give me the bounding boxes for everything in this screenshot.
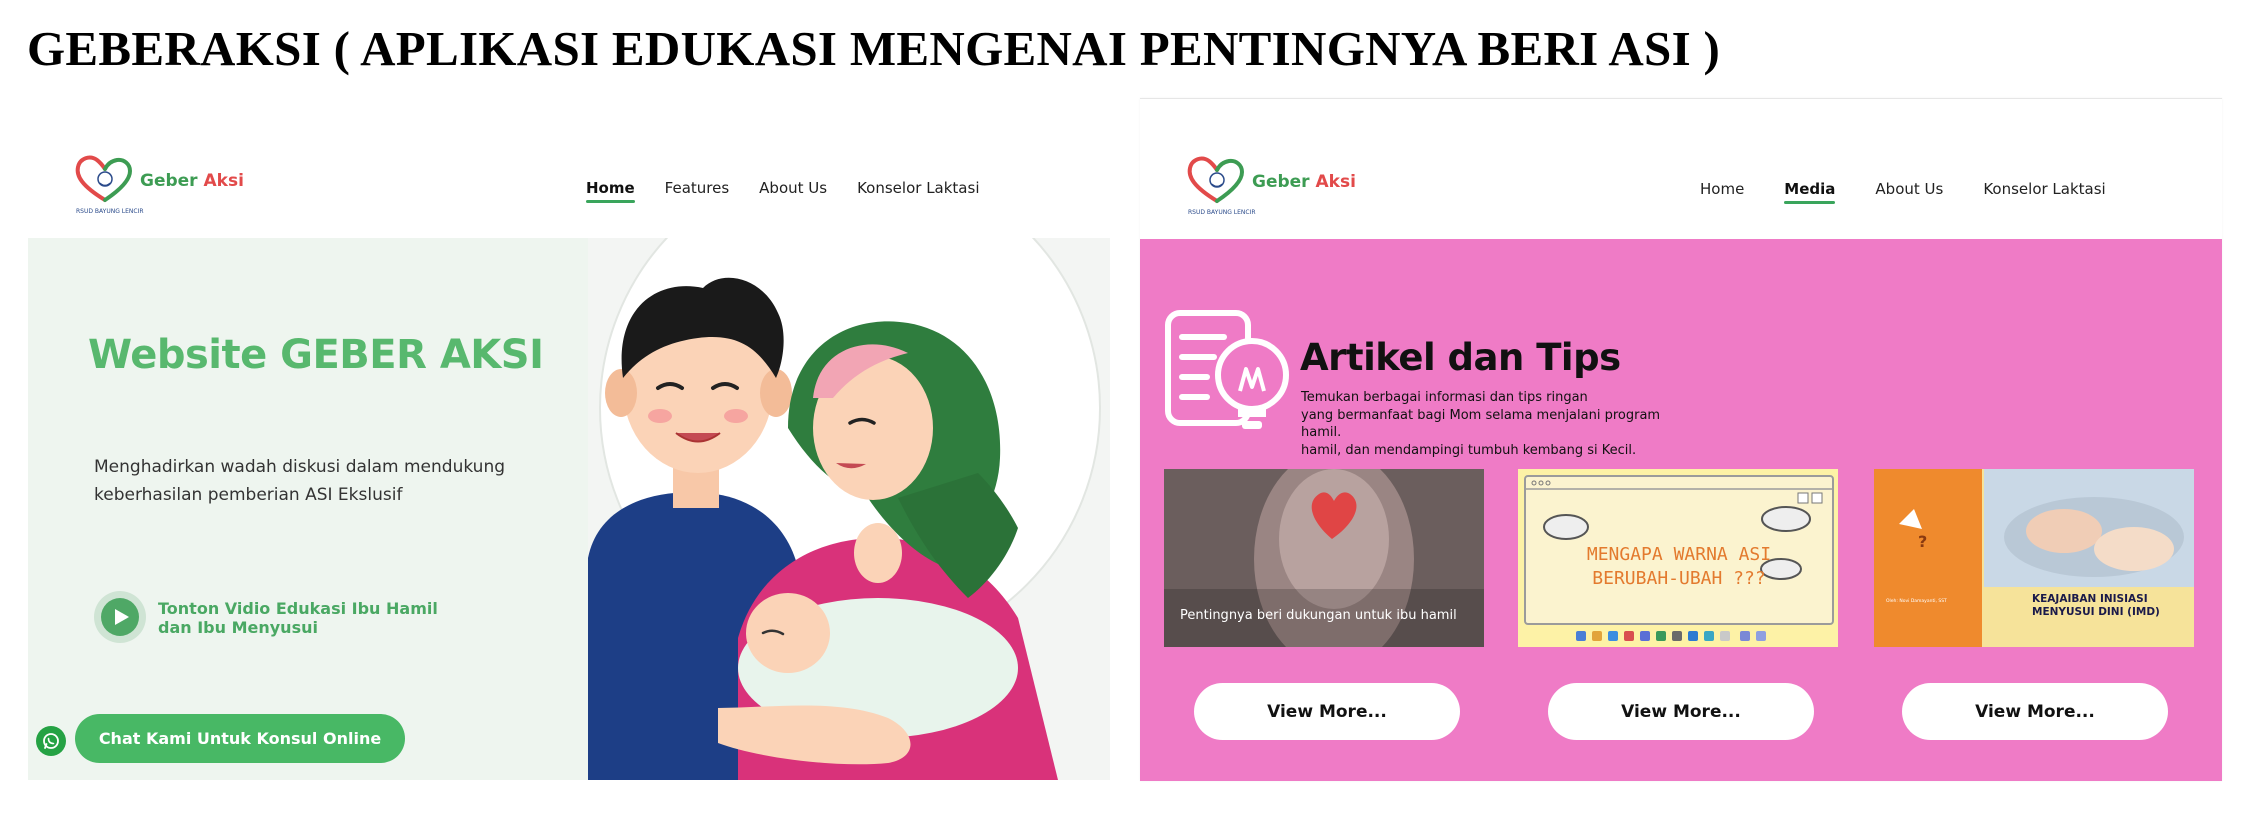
- play-icon: [114, 609, 129, 625]
- media-screen: Geber Aksi RSUD BAYUNG LENCIR Home Media…: [1140, 98, 2222, 781]
- article-card[interactable]: ? Oleh: Novi Damayanti, SST KEAJAIBAN IN…: [1874, 469, 2194, 647]
- heart-logo-icon: [75, 155, 133, 202]
- heart-logo-icon: [1187, 156, 1245, 203]
- nav-about-us[interactable]: About Us: [759, 179, 827, 197]
- chat-consult-button[interactable]: Chat Kami Untuk Konsul Online: [75, 714, 405, 763]
- logo-text-green: Geber: [140, 171, 198, 191]
- family-illustration-icon: [588, 238, 1101, 780]
- play-video-button[interactable]: [94, 591, 146, 643]
- view-more-button[interactable]: View More...: [1194, 683, 1460, 740]
- nav-about-us[interactable]: About Us: [1875, 180, 1943, 198]
- nav-links: Home Features About Us Konselor Laktasi: [586, 179, 1009, 203]
- card-caption: KEAJAIBAN INISIASI MENYUSUI DINI (IMD): [2032, 593, 2160, 618]
- whatsapp-icon[interactable]: [36, 726, 66, 756]
- hero-description: Menghadirkan wadah diskusi dalam menduku…: [94, 457, 506, 505]
- home-screen: Geber Aksi RSUD BAYUNG LENCIR Home Featu…: [28, 98, 1110, 780]
- nav-features[interactable]: Features: [665, 179, 730, 197]
- logo-text-red: Aksi: [203, 171, 244, 191]
- logo-text-red: Aksi: [1315, 172, 1356, 192]
- hero-section: Website GEBER AKSI Menghadirkan wadah di…: [28, 238, 588, 780]
- logo-subtitle: RSUD BAYUNG LENCIR: [76, 208, 144, 215]
- article-card[interactable]: Pentingnya beri dukungan untuk ibu hamil: [1164, 469, 1484, 647]
- hero-heading: Website GEBER AKSI: [88, 332, 544, 378]
- logo-subtitle: RSUD BAYUNG LENCIR: [1188, 209, 1256, 216]
- nav-media[interactable]: Media: [1784, 180, 1836, 204]
- card-caption: Pentingnya beri dukungan untuk ibu hamil: [1180, 608, 1457, 623]
- video-link[interactable]: Tonton Vidio Edukasi Ibu Hamil dan Ibu M…: [158, 599, 458, 637]
- nav-links: Home Media About Us Konselor Laktasi: [1700, 180, 2136, 204]
- articles-section: Artikel dan Tips Temukan berbagai inform…: [1140, 239, 2222, 781]
- view-more-button[interactable]: View More...: [1548, 683, 1814, 740]
- logo[interactable]: Geber Aksi RSUD BAYUNG LENCIR: [1184, 153, 1364, 223]
- slide-frame: MENGAPA WARNA ASI BERUBAH-UBAH ???: [1524, 475, 1834, 625]
- logo[interactable]: Geber Aksi RSUD BAYUNG LENCIR: [72, 152, 252, 222]
- nav-konselor-laktasi[interactable]: Konselor Laktasi: [1983, 180, 2105, 198]
- logo-text-green: Geber: [1252, 172, 1310, 192]
- document-lightbulb-icon: [1165, 310, 1289, 429]
- article-card[interactable]: MENGAPA WARNA ASI BERUBAH-UBAH ???: [1518, 469, 1838, 647]
- navbar: Geber Aksi RSUD BAYUNG LENCIR Home Featu…: [28, 98, 1110, 238]
- card-caption: MENGAPA WARNA ASI BERUBAH-UBAH ???: [1586, 544, 1772, 589]
- parents-baby-illustration: [588, 238, 1110, 780]
- app-dock-icon: [1576, 631, 1766, 641]
- svg-text:?: ?: [1918, 532, 1927, 551]
- nav-konselor-laktasi[interactable]: Konselor Laktasi: [857, 179, 979, 197]
- section-description: Temukan berbagai informasi dan tips ring…: [1301, 390, 1661, 458]
- nav-home[interactable]: Home: [586, 179, 635, 203]
- view-more-button[interactable]: View More...: [1902, 683, 2168, 740]
- section-title: Artikel dan Tips: [1300, 336, 1621, 379]
- navbar: Geber Aksi RSUD BAYUNG LENCIR Home Media…: [1140, 99, 2222, 239]
- newborn-photo-icon: ?: [1874, 469, 2194, 647]
- card-author: Oleh: Novi Damayanti, SST: [1886, 599, 1947, 604]
- page-title: GEBERAKSI ( APLIKASI EDUKASI MENGENAI PE…: [27, 21, 1721, 76]
- nav-home[interactable]: Home: [1700, 180, 1744, 198]
